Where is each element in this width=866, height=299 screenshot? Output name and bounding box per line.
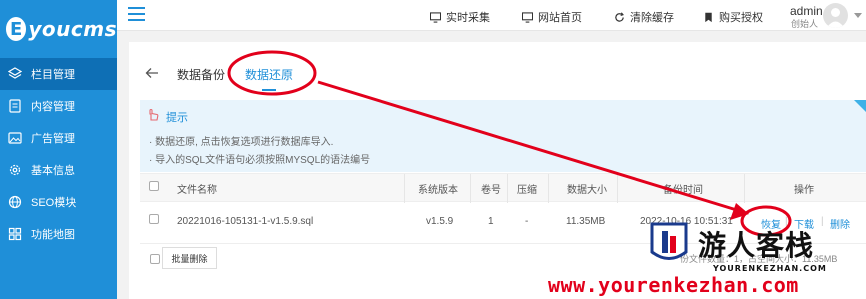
layers-icon xyxy=(8,67,22,81)
user-name[interactable]: admin xyxy=(790,4,823,18)
logo[interactable]: E youcms xyxy=(0,0,117,58)
cell-version: v1.5.9 xyxy=(426,216,454,227)
delete-link[interactable]: 删除 xyxy=(830,216,850,231)
column-divider xyxy=(470,174,471,203)
site-home-link[interactable]: 网站首页 xyxy=(522,9,582,25)
sidebar-item-column-management[interactable]: 栏目管理 xyxy=(0,58,117,90)
top-link-label: 实时采集 xyxy=(446,12,490,24)
cell-compress: - xyxy=(525,216,529,227)
header-volume: 卷号 xyxy=(481,185,501,196)
top-link-label: 网站首页 xyxy=(538,12,582,24)
image-icon xyxy=(8,131,22,145)
realtime-collect-link[interactable]: 实时采集 xyxy=(430,9,490,25)
sidebar-item-function-map[interactable]: 功能地图 xyxy=(0,218,117,250)
active-tab-indicator xyxy=(262,89,276,91)
row-checkbox[interactable] xyxy=(149,214,159,224)
header-filename: 文件名称 xyxy=(177,185,217,196)
tab-data-restore[interactable]: 数据还原 xyxy=(245,66,293,83)
watermark-logo-icon xyxy=(650,222,688,260)
tips-line: · 数据还原, 点击恢复选项进行数据库导入. xyxy=(149,137,334,148)
logo-text: youcms xyxy=(28,17,117,41)
logo-mark: E xyxy=(6,17,27,41)
header-size: 数据大小 xyxy=(567,185,607,196)
column-divider xyxy=(617,174,618,203)
tips-box: 提示 · 数据还原, 点击恢复选项进行数据库导入. · 导入的SQL文件语句必须… xyxy=(140,100,866,172)
user-silhouette-icon xyxy=(826,8,845,28)
tips-title: 提示 xyxy=(166,112,188,124)
sidebar-item-seo[interactable]: SEO模块 xyxy=(0,186,117,218)
tips-corner-decoration xyxy=(854,100,866,112)
clear-cache-link[interactable]: 清除缓存 xyxy=(614,9,674,25)
sidebar-item-label: 内容管理 xyxy=(31,101,75,113)
user-role: 创始人 xyxy=(791,19,819,29)
batch-delete-button[interactable]: 批量删除 xyxy=(162,247,217,269)
topbar: 实时采集 网站首页 清除缓存 购买授权 admin 创始人 xyxy=(117,0,866,31)
monitor-icon xyxy=(522,11,533,23)
sidebar-item-basic-info[interactable]: 基本信息 xyxy=(0,154,117,186)
column-divider xyxy=(744,174,745,203)
gear-icon xyxy=(8,163,22,177)
top-link-label: 清除缓存 xyxy=(630,12,674,24)
column-divider xyxy=(404,174,405,203)
column-divider xyxy=(507,174,508,203)
cell-volume: 1 xyxy=(488,216,494,227)
table-header: 文件名称 系统版本 卷号 压缩 数据大小 备份时间 操作 xyxy=(140,173,866,203)
sidebar-item-label: 功能地图 xyxy=(31,229,75,241)
bookmark-icon xyxy=(705,12,712,22)
document-icon xyxy=(8,99,22,113)
header-compress: 压缩 xyxy=(517,185,537,196)
sidebar-item-label: 基本信息 xyxy=(31,165,75,177)
monitor-icon xyxy=(430,11,441,23)
menu-toggle-icon[interactable] xyxy=(128,7,145,21)
header-version: 系统版本 xyxy=(418,185,458,196)
tips-line: · 导入的SQL文件语句必须按照MYSQL的语法编号 xyxy=(149,155,371,166)
column-divider xyxy=(548,174,549,203)
chevron-down-icon[interactable] xyxy=(854,13,862,18)
cell-filename: 20221016-105131-1-v1.5.9.sql xyxy=(177,216,314,227)
cell-size: 11.35MB xyxy=(566,216,606,227)
sidebar-item-ad-management[interactable]: 广告管理 xyxy=(0,122,117,154)
pointer-hand-icon xyxy=(149,108,159,121)
sidebar: E youcms 栏目管理 内容管理 广告管理 基本信息 SEO模块 功能地图 xyxy=(0,0,117,299)
header-backup-time: 备份时间 xyxy=(663,185,703,196)
sidebar-item-content-management[interactable]: 内容管理 xyxy=(0,90,117,122)
back-arrow-icon[interactable] xyxy=(145,67,159,79)
header-actions: 操作 xyxy=(794,185,814,196)
sidebar-item-label: 广告管理 xyxy=(31,133,75,145)
sidebar-item-label: SEO模块 xyxy=(31,197,77,209)
tab-data-backup[interactable]: 数据备份 xyxy=(177,66,225,83)
grid-icon xyxy=(8,227,22,241)
batch-select-checkbox[interactable] xyxy=(150,254,160,264)
sidebar-item-label: 栏目管理 xyxy=(31,69,75,81)
globe-icon xyxy=(8,195,22,209)
watermark-domain-small: YOURENKEZHAN.COM xyxy=(713,264,827,273)
avatar[interactable] xyxy=(823,3,848,28)
watermark-brand: 游人客栈 xyxy=(698,229,815,262)
top-link-label: 购买授权 xyxy=(719,12,763,24)
select-all-checkbox[interactable] xyxy=(149,181,159,191)
refresh-icon xyxy=(615,11,624,22)
buy-license-link[interactable]: 购买授权 xyxy=(703,9,763,25)
action-separator: | xyxy=(821,216,824,227)
watermark-url: www.yourenkezhan.com xyxy=(548,273,799,297)
